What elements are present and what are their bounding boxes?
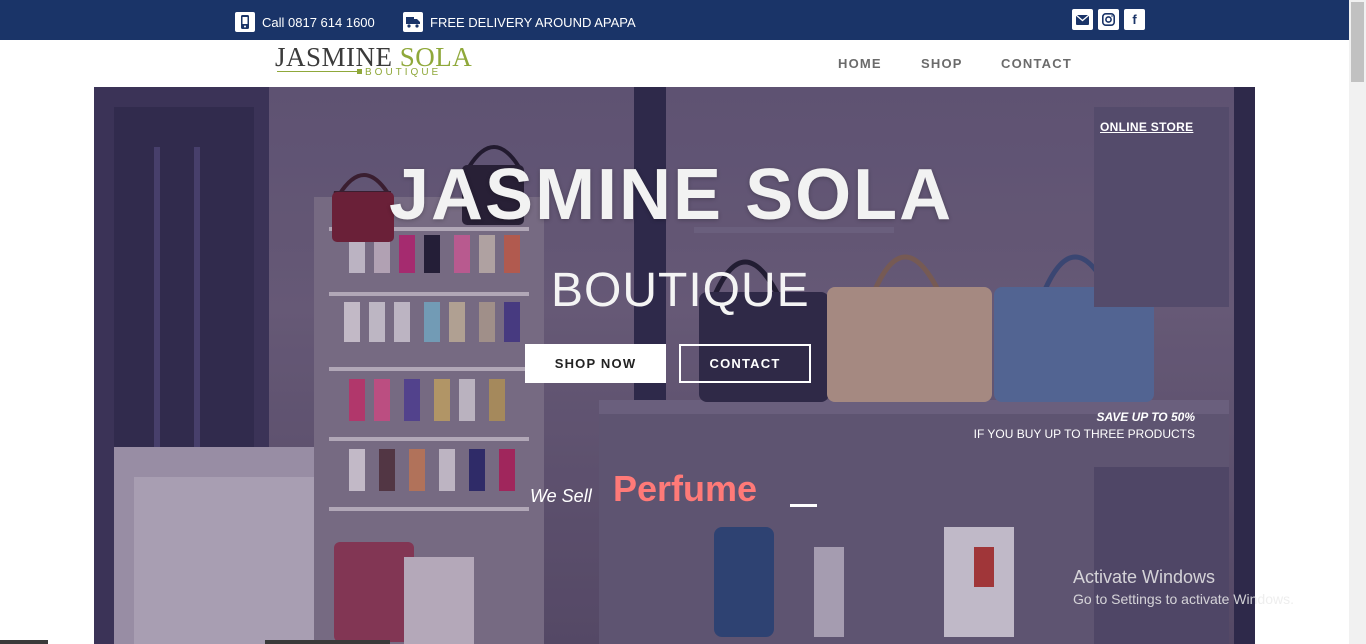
site-header bbox=[0, 40, 1349, 87]
phone-text: Call 0817 614 1600 bbox=[262, 14, 375, 30]
logo-rule bbox=[277, 71, 357, 72]
windows-activation-title: Activate Windows bbox=[1073, 567, 1216, 587]
hero-title: JASMINE SOLA bbox=[389, 155, 954, 235]
bottom-edge-bar bbox=[0, 640, 48, 644]
hero-subtitle: BOUTIQUE bbox=[551, 264, 810, 317]
rotating-product-word: Perfume bbox=[613, 468, 758, 509]
nav-contact[interactable]: CONTACT bbox=[1001, 56, 1072, 72]
nav-home[interactable]: HOME bbox=[838, 56, 882, 72]
typing-cursor bbox=[790, 504, 817, 507]
truck-icon bbox=[403, 12, 423, 32]
top-bar: Call 0817 614 1600 FREE DELIVERY AROUND … bbox=[0, 0, 1349, 40]
instagram-icon[interactable] bbox=[1098, 9, 1119, 30]
bottom-edge-bar bbox=[265, 640, 390, 644]
logo-dot bbox=[357, 69, 362, 74]
promo-subtitle: IF YOU BUY UP TO THREE PRODUCTS bbox=[973, 427, 1195, 441]
contact-button[interactable]: CONTACT bbox=[679, 344, 811, 383]
promo-title: SAVE UP TO 50% bbox=[1096, 410, 1195, 424]
facebook-glyph: f bbox=[1132, 12, 1137, 27]
nav-shop[interactable]: SHOP bbox=[921, 56, 963, 72]
delivery-info: FREE DELIVERY AROUND APAPA bbox=[403, 11, 636, 33]
windows-activation-sub: Go to Settings to activate Windows. bbox=[1073, 591, 1294, 607]
phone-icon bbox=[235, 12, 255, 32]
page-scrollbar[interactable] bbox=[1349, 0, 1366, 644]
delivery-text: FREE DELIVERY AROUND APAPA bbox=[430, 14, 636, 30]
online-store-link[interactable]: ONLINE STORE bbox=[1100, 120, 1193, 134]
shop-now-button[interactable]: SHOP NOW bbox=[525, 344, 666, 383]
scrollbar-thumb[interactable] bbox=[1351, 2, 1364, 82]
facebook-icon[interactable]: f bbox=[1124, 9, 1145, 30]
we-sell-label: We Sell bbox=[530, 486, 592, 506]
logo-subtitle: BOUTIQUE bbox=[365, 67, 442, 78]
site-logo[interactable]: JASMINE SOLA BOUTIQUE bbox=[275, 41, 472, 81]
page: Call 0817 614 1600 FREE DELIVERY AROUND … bbox=[0, 0, 1366, 644]
envelope-icon[interactable] bbox=[1072, 9, 1093, 30]
phone-contact[interactable]: Call 0817 614 1600 bbox=[235, 11, 375, 33]
